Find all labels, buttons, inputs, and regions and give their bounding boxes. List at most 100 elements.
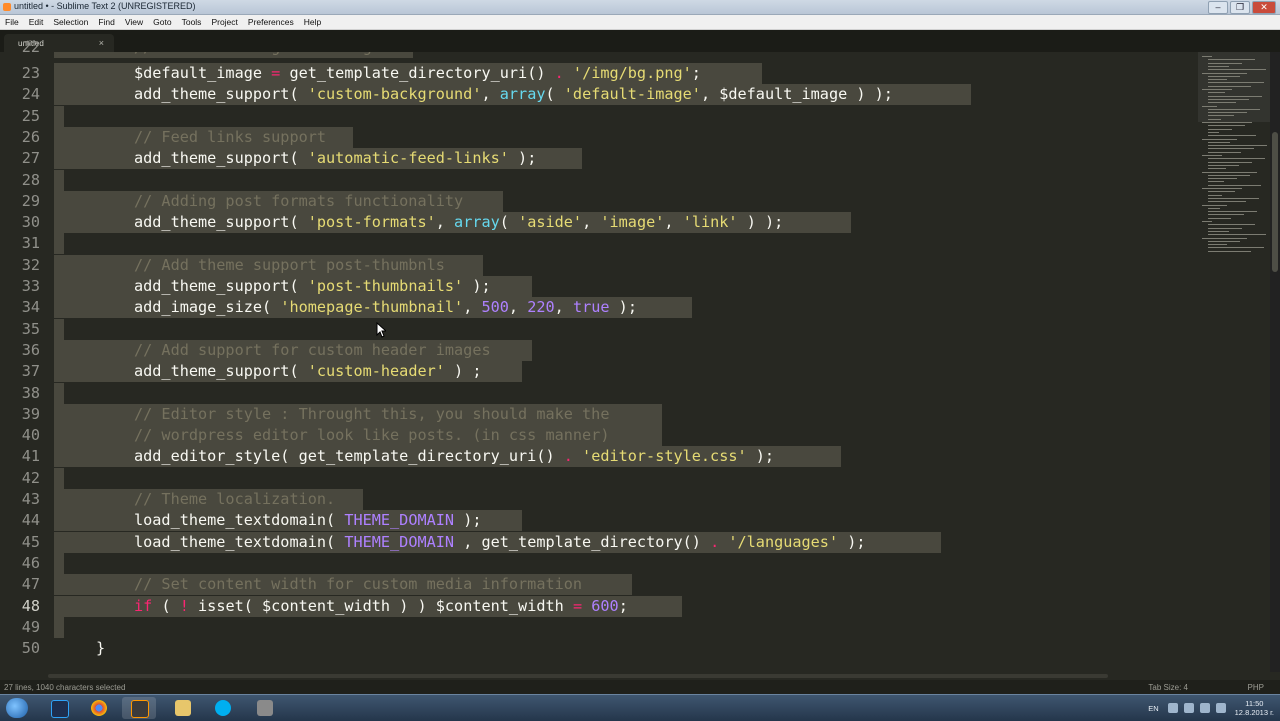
language-indicator[interactable]: EN xyxy=(1148,704,1158,713)
line-number: 32 xyxy=(21,255,40,274)
syntax-indicator[interactable]: PHP xyxy=(1248,683,1264,692)
code-line[interactable]: load_theme_textdomain( THEME_DOMAIN , ge… xyxy=(134,532,866,553)
line-number: 24 xyxy=(21,85,40,104)
minimap-line xyxy=(1208,128,1232,130)
minimap-line xyxy=(1208,131,1219,133)
line-number: 27 xyxy=(21,149,40,168)
line-number-gutter: 22 23 24 25 26 27 28 29 30 31 32 33 34 35 36 37 38 39 40 41… xyxy=(0,38,48,672)
code-line[interactable]: if ( ! isset( $content_width ) ) $conten… xyxy=(134,596,628,617)
minimap-line xyxy=(1208,108,1260,110)
minimap-line xyxy=(1202,237,1247,239)
code-line[interactable]: $default_image = get_template_directory_… xyxy=(134,63,701,84)
code-line[interactable]: // Default background image xyxy=(134,52,381,58)
menu-selection[interactable]: Selection xyxy=(48,15,93,29)
code-line[interactable]: // Adding post formats functionality xyxy=(134,191,463,212)
code-line[interactable]: add_theme_support( 'automatic-feed-links… xyxy=(134,148,536,169)
menu-view[interactable]: View xyxy=(120,15,148,29)
selection-highlight xyxy=(54,318,64,340)
tab-close-icon[interactable]: × xyxy=(99,38,104,48)
menu-project[interactable]: Project xyxy=(206,15,242,29)
menu-edit[interactable]: Edit xyxy=(24,15,49,29)
start-button-icon[interactable] xyxy=(6,698,28,718)
code-line[interactable]: add_theme_support( 'custom-header' ) ; xyxy=(134,361,481,382)
window-controls: – ❐ ✕ xyxy=(1208,1,1276,14)
line-number: 28 xyxy=(21,170,40,189)
code-line[interactable]: // Add support for custom header images xyxy=(134,340,491,361)
minimap-line xyxy=(1208,148,1254,150)
code-line[interactable]: add_image_size( 'homepage-thumbnail', 50… xyxy=(134,297,637,318)
maximize-button[interactable]: ❐ xyxy=(1230,1,1250,14)
tray-icon[interactable] xyxy=(1215,703,1226,713)
minimize-button[interactable]: – xyxy=(1208,1,1228,14)
volume-icon[interactable] xyxy=(1199,703,1210,713)
taskbar-chrome[interactable] xyxy=(82,697,116,719)
horizontal-scrollbar-thumb[interactable] xyxy=(48,674,1108,678)
code-line[interactable]: // Set content width for custom media in… xyxy=(134,574,582,595)
minimap-line xyxy=(1208,145,1267,147)
menu-preferences[interactable]: Preferences xyxy=(243,15,299,29)
menu-help[interactable]: Help xyxy=(299,15,326,29)
minimap-line xyxy=(1208,79,1227,81)
menu-file[interactable]: File xyxy=(0,15,24,29)
minimap-line xyxy=(1208,230,1229,232)
selection-highlight xyxy=(54,552,64,574)
window-title: untitled • - Sublime Text 2 (UNREGISTERE… xyxy=(14,1,196,11)
selection-status: 27 lines, 1040 characters selected xyxy=(4,683,126,692)
scrollbar-thumb[interactable] xyxy=(1272,132,1278,272)
minimap-line xyxy=(1208,178,1237,180)
line-number: 40 xyxy=(21,426,40,445)
taskbar-photoshop[interactable] xyxy=(42,697,76,719)
taskbar-app[interactable] xyxy=(248,697,282,719)
minimap-line xyxy=(1208,191,1235,193)
selection-highlight xyxy=(54,169,64,191)
minimap-line xyxy=(1208,112,1247,114)
windows-taskbar: EN 11:50 12.8.2013 г. xyxy=(0,694,1280,721)
line-number: 33 xyxy=(21,277,40,295)
code-line[interactable]: } xyxy=(96,638,105,659)
line-number: 38 xyxy=(21,383,40,402)
network-icon[interactable] xyxy=(1183,703,1194,713)
code-line[interactable]: // Feed links support xyxy=(134,127,326,148)
code-editor[interactable]: // Default background image $default_imag… xyxy=(48,52,1198,672)
tray-icon[interactable] xyxy=(1167,703,1178,713)
tab-bar: untitled × xyxy=(0,30,1280,52)
minimap-line xyxy=(1208,250,1251,252)
horizontal-scrollbar[interactable] xyxy=(48,672,1270,680)
minimap-line xyxy=(1208,141,1230,143)
code-line[interactable]: // wordpress editor look like posts. (in… xyxy=(134,425,609,446)
system-tray: EN 11:50 12.8.2013 г. xyxy=(1148,695,1280,721)
close-window-button[interactable]: ✕ xyxy=(1252,1,1276,14)
line-number: 41 xyxy=(21,447,40,466)
code-line[interactable]: add_theme_support( 'post-thumbnails' ); xyxy=(134,276,491,297)
line-number: 44 xyxy=(21,511,40,530)
minimap-line xyxy=(1208,85,1251,87)
minimap-line xyxy=(1208,197,1259,199)
menu-find[interactable]: Find xyxy=(93,15,120,29)
line-number: 45 xyxy=(21,532,40,551)
code-line[interactable]: // Add theme support post-thumbnls xyxy=(134,255,445,276)
code-line[interactable]: add_theme_support( 'post-formats', array… xyxy=(134,212,783,233)
minimap-line xyxy=(1208,115,1234,117)
minimap-line xyxy=(1208,168,1226,170)
line-number: 23 xyxy=(21,64,40,82)
code-line[interactable]: add_editor_style( get_template_directory… xyxy=(134,446,774,467)
code-line[interactable]: add_theme_support( 'custom-background', … xyxy=(134,84,893,105)
clock[interactable]: 11:50 12.8.2013 г. xyxy=(1235,699,1274,717)
minimap-line xyxy=(1202,105,1217,107)
menu-tools[interactable]: Tools xyxy=(177,15,207,29)
line-number: 26 xyxy=(21,127,40,146)
taskbar-skype[interactable] xyxy=(206,697,240,719)
code-line[interactable]: // Theme localization. xyxy=(134,489,335,510)
minimap[interactable] xyxy=(1198,52,1270,672)
tab-size-indicator[interactable]: Tab Size: 4 xyxy=(1148,683,1188,692)
code-line[interactable]: // Editor style : Throught this, you sho… xyxy=(134,404,609,425)
minimap-line xyxy=(1208,118,1221,120)
vertical-scrollbar[interactable] xyxy=(1270,52,1280,672)
menu-goto[interactable]: Goto xyxy=(148,15,176,29)
taskbar-explorer[interactable] xyxy=(166,697,200,719)
taskbar-sublime[interactable] xyxy=(122,697,156,719)
line-number: 30 xyxy=(21,213,40,232)
code-line[interactable]: load_theme_textdomain( THEME_DOMAIN ); xyxy=(134,510,481,531)
minimap-line xyxy=(1202,221,1212,222)
minimap-line xyxy=(1208,62,1242,64)
